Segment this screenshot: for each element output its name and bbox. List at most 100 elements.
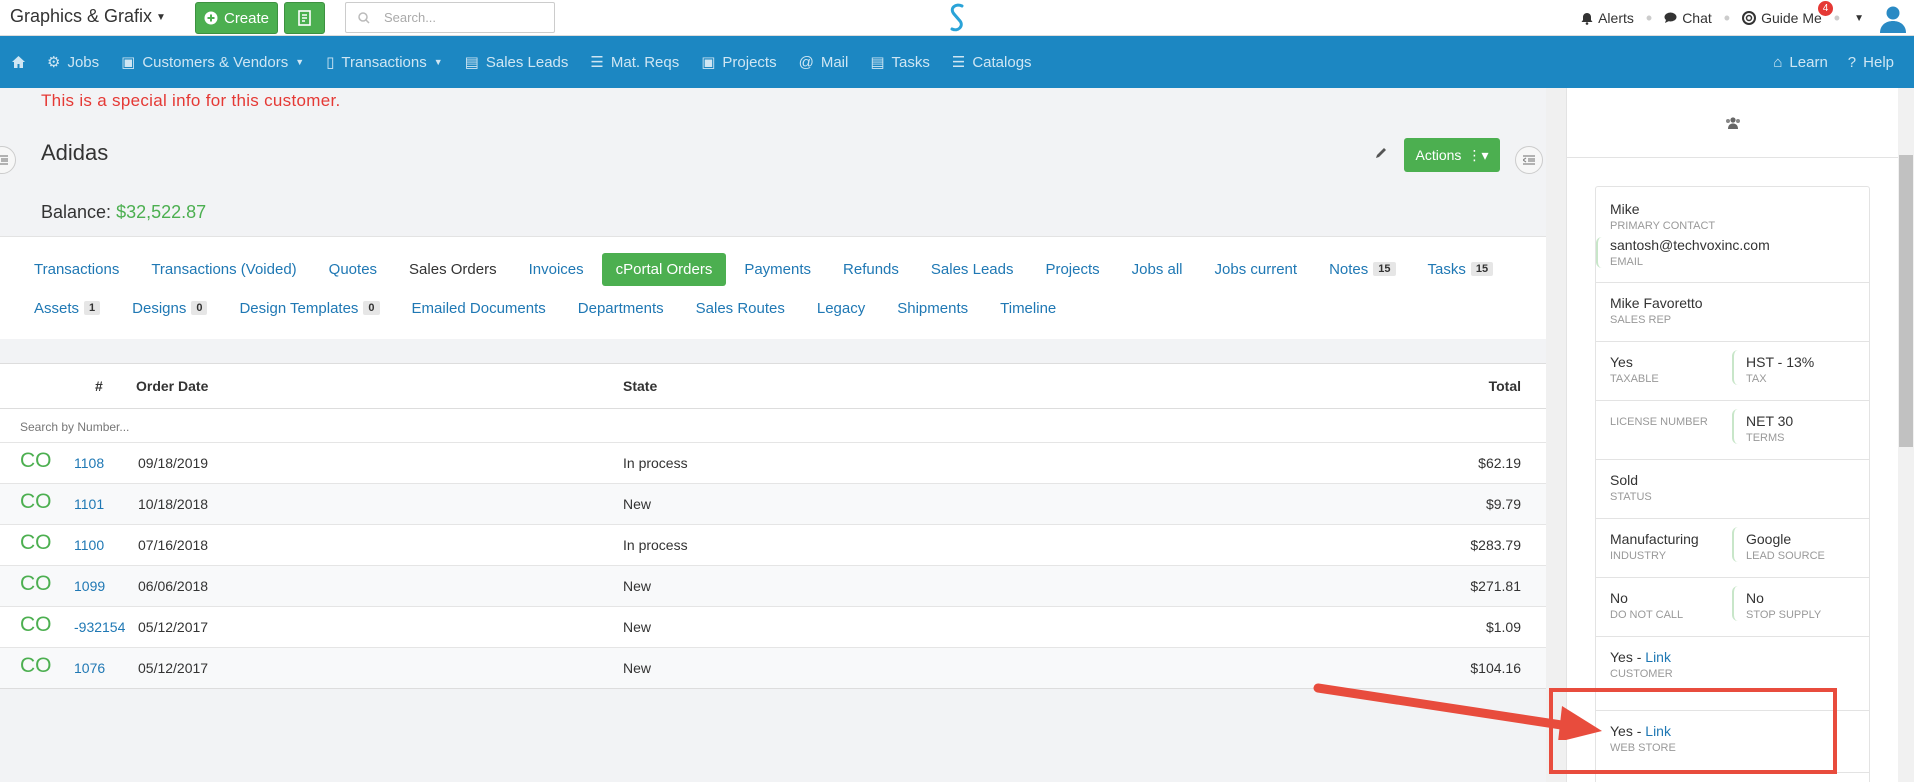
guide-badge: 4: [1818, 1, 1833, 16]
order-number-link[interactable]: 1100: [74, 537, 104, 553]
nav-transactions[interactable]: ▯ Transactions ▼: [326, 53, 443, 72]
order-date: 05/12/2017: [138, 660, 209, 676]
tab-legacy[interactable]: Legacy: [803, 292, 879, 325]
search-input[interactable]: Search...: [345, 2, 555, 33]
nav-home[interactable]: [12, 56, 25, 68]
customer-portal-value: Yes -: [1610, 649, 1642, 665]
nav-customers-vendors[interactable]: ▣ Customers & Vendors ▼: [121, 53, 304, 72]
table-row[interactable]: CO 1099 06/06/2018 New $271.81: [0, 565, 1546, 606]
tab-payments[interactable]: Payments: [730, 253, 825, 286]
order-total: $9.79: [1485, 496, 1521, 512]
tab-sales-leads[interactable]: Sales Leads: [917, 253, 1028, 286]
nav-mail[interactable]: @ Mail: [799, 54, 849, 71]
quick-action-button[interactable]: [284, 2, 325, 34]
right-panel-toggle[interactable]: [1515, 146, 1543, 174]
cogs-icon: ⚙: [47, 54, 61, 71]
table-row[interactable]: CO -932154 05/12/2017 New $1.09: [0, 606, 1546, 647]
tab-cportal-orders[interactable]: cPortal Orders: [601, 252, 727, 286]
primary-contact-link[interactable]: Mike: [1610, 201, 1715, 217]
table-row[interactable]: CO 1108 09/18/2019 In process $62.19: [0, 442, 1546, 483]
nav-projects[interactable]: ▣ Projects: [701, 53, 776, 72]
list-icon: ☰: [951, 54, 966, 71]
chat-button[interactable]: Chat: [1664, 10, 1712, 26]
search-icon: [358, 11, 370, 24]
actions-button[interactable]: Actions ⋮▾: [1404, 138, 1500, 172]
col-header-number[interactable]: #: [95, 378, 103, 394]
question-circle-icon: ?: [1847, 53, 1857, 71]
left-panel-toggle[interactable]: [0, 146, 16, 174]
tab-shipments[interactable]: Shipments: [883, 292, 982, 325]
tab-jobs-all[interactable]: Jobs all: [1118, 253, 1197, 286]
nav-catalogs[interactable]: ☰ Catalogs: [951, 53, 1032, 72]
users-icon[interactable]: [1725, 116, 1741, 129]
order-number-link[interactable]: 1076: [74, 660, 105, 676]
pencil-icon[interactable]: [1374, 146, 1388, 160]
tab-jobs-current[interactable]: Jobs current: [1201, 253, 1312, 286]
balance-label: Balance:: [41, 202, 112, 222]
alerts-button[interactable]: Alerts: [1581, 10, 1634, 26]
tab-departments[interactable]: Departments: [564, 292, 678, 325]
col-header-total[interactable]: Total: [1489, 378, 1521, 394]
tab-sales-routes[interactable]: Sales Routes: [682, 292, 799, 325]
app-logo[interactable]: [945, 2, 969, 34]
do-not-call-value: No: [1610, 590, 1628, 606]
create-button[interactable]: Create: [195, 2, 278, 34]
order-number-link[interactable]: -932154: [74, 619, 125, 635]
tab-sales-orders[interactable]: Sales Orders: [395, 253, 511, 286]
count-badge: 15: [1470, 262, 1494, 276]
nav-mat-reqs[interactable]: ☰ Mat. Reqs: [590, 53, 679, 72]
sales-rep-link[interactable]: Mike Favoretto: [1610, 295, 1703, 311]
create-label: Create: [223, 9, 270, 27]
nav-sales-leads[interactable]: ▤ Sales Leads: [465, 53, 569, 72]
tab-tasks[interactable]: Tasks 15: [1414, 253, 1508, 286]
status-value: Sold: [1610, 472, 1639, 488]
co-badge: CO: [20, 531, 52, 554]
tab-invoices[interactable]: Invoices: [515, 253, 598, 286]
tab-transactions-voided[interactable]: Transactions (Voided): [137, 253, 310, 286]
tab-label: cPortal Orders: [615, 260, 713, 278]
order-state: In process: [623, 455, 688, 471]
nav-learn[interactable]: ⌂ Learn: [1773, 54, 1827, 71]
nav-jobs[interactable]: ⚙ Jobs: [47, 53, 99, 72]
user-menu-caret-icon[interactable]: ▼: [1854, 13, 1864, 24]
nav-label: Learn: [1789, 53, 1828, 71]
tab-assets[interactable]: Assets 1: [20, 292, 114, 325]
tab-designs[interactable]: Designs 0: [118, 292, 221, 325]
table-row[interactable]: CO 1101 10/18/2018 New $9.79: [0, 483, 1546, 524]
license-section: LICENSE NUMBER NET 30 TERMS: [1596, 401, 1869, 460]
nav-help[interactable]: ? Help: [1848, 54, 1894, 71]
tab-timeline[interactable]: Timeline: [986, 292, 1070, 325]
guide-me-button[interactable]: Guide Me: [1742, 10, 1822, 26]
customer-tabs: Transactions Transactions (Voided) Quote…: [0, 236, 1546, 339]
table-row[interactable]: CO 1100 07/16/2018 In process $283.79: [0, 524, 1546, 565]
col-header-state[interactable]: State: [623, 378, 657, 394]
company-switcher[interactable]: Graphics & Grafix ▼: [10, 6, 166, 27]
tab-emailed-documents[interactable]: Emailed Documents: [398, 292, 560, 325]
number-search-input[interactable]: Search by Number...: [20, 420, 129, 434]
tab-notes[interactable]: Notes 15: [1315, 253, 1409, 286]
tab-label: Designs: [132, 299, 187, 317]
tab-projects[interactable]: Projects: [1031, 253, 1113, 286]
col-header-order-date[interactable]: Order Date: [136, 378, 208, 394]
nav-tasks[interactable]: ▤ Tasks: [870, 53, 930, 72]
order-number-link[interactable]: 1101: [74, 496, 104, 512]
main-nav: ⚙ Jobs ▣ Customers & Vendors ▼ ▯ Transaction…: [0, 36, 1914, 88]
order-number-link[interactable]: 1108: [74, 455, 104, 471]
caret-down-icon: ▼: [156, 11, 166, 23]
customer-portal-link[interactable]: Link: [1645, 649, 1671, 665]
email-link[interactable]: santosh@techvoxinc.com: [1610, 237, 1770, 253]
tab-label: Jobs all: [1131, 260, 1183, 278]
order-number-link[interactable]: 1099: [74, 578, 105, 594]
tab-transactions[interactable]: Transactions: [20, 253, 133, 286]
panel-scrollbar-thumb[interactable]: [1899, 155, 1913, 447]
tab-refunds[interactable]: Refunds: [829, 253, 913, 286]
order-state: New: [623, 496, 652, 512]
search-placeholder: Search...: [384, 10, 437, 25]
tab-quotes[interactable]: Quotes: [315, 253, 391, 286]
orders-table: # Order Date State Total Search by Numbe…: [0, 363, 1546, 689]
user-avatar-icon[interactable]: [1878, 3, 1908, 33]
top-bar: Graphics & Grafix ▼ Create Search... Aler…: [0, 0, 1914, 36]
sales-rep-section: Mike Favoretto SALES REP: [1596, 283, 1869, 342]
tab-design-templates[interactable]: Design Templates 0: [225, 292, 393, 325]
stop-supply-value: No: [1746, 590, 1764, 606]
